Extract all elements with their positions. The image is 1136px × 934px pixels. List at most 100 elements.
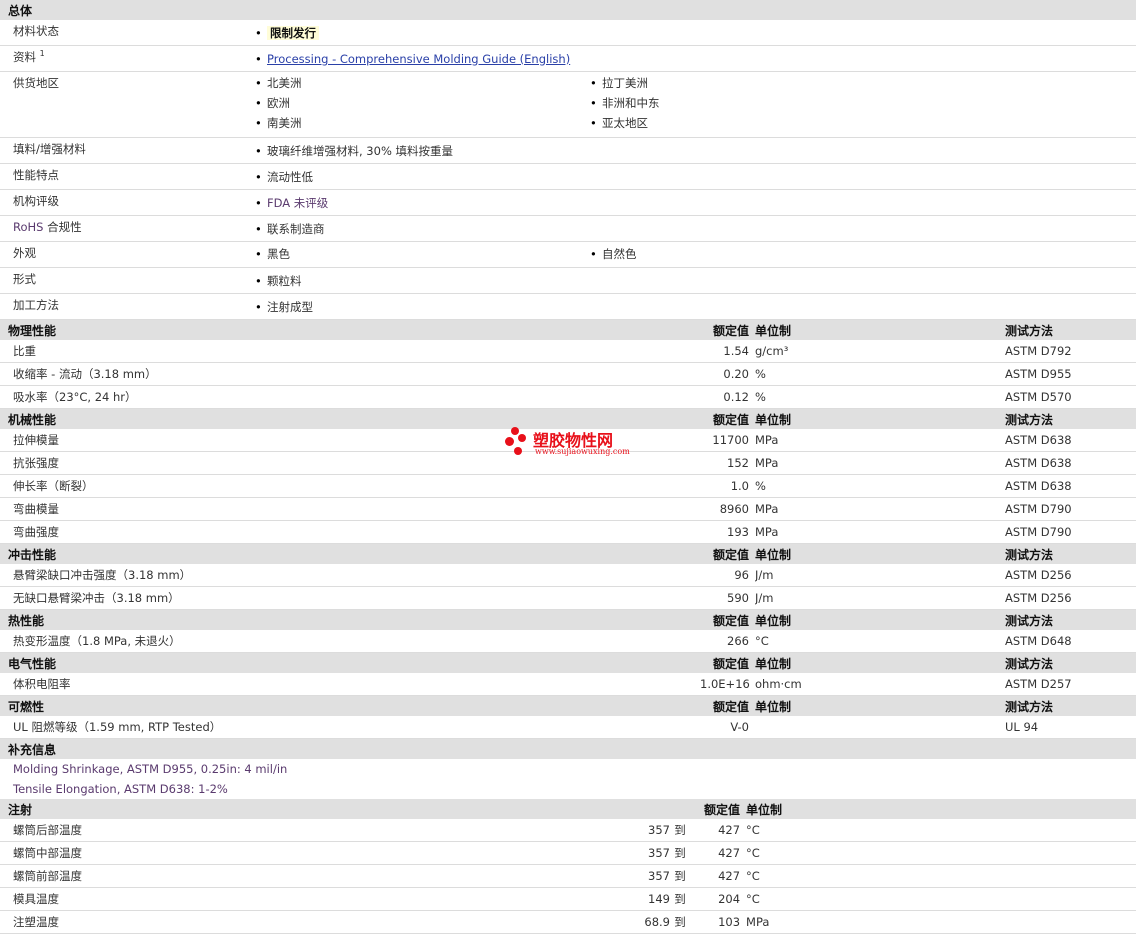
table-row: 螺筒中部温度 357 到 427 °C [0, 841, 1136, 865]
section-title: 机械性能 [0, 408, 700, 429]
section-header-flammability: 可燃性 额定值 单位制 测试方法 [0, 695, 1136, 716]
property-value: 8960 [700, 497, 755, 521]
property-unit: °C [755, 630, 1005, 653]
col-header-value: 额定值 [640, 799, 747, 819]
section-header-mechanical: 机械性能 额定值 单位制 测试方法 [0, 408, 1136, 429]
section-title: 补充信息 [0, 739, 1136, 759]
range-to-label: 到 [670, 887, 690, 911]
property-name: 吸水率（23°C, 24 hr） [0, 385, 700, 409]
test-method: ASTM D955 [1005, 362, 1136, 386]
section-title: 总体 [0, 0, 1136, 20]
row-label: 填料/增强材料 [0, 137, 255, 164]
property-unit: MPa [755, 497, 1005, 521]
row-label: 机构评级 [0, 189, 255, 216]
table-row: 收缩率 - 流动（3.18 mm） 0.20% ASTM D955 [0, 362, 1136, 386]
property-unit: MPa [755, 429, 1005, 452]
range-from: 68.9 [640, 910, 670, 934]
property-value: 266 [700, 630, 755, 653]
table-row: 无缺口悬臂梁冲击（3.18 mm） 590 J/m ASTM D256 [0, 586, 1136, 610]
property-unit: MPa [755, 520, 1005, 544]
list-item: • 欧洲 [255, 96, 290, 110]
range-until: 427 [690, 864, 747, 888]
section-header-supplemental: 补充信息 [0, 739, 1136, 759]
row-label: 资料 1 [0, 45, 255, 72]
range-from: 357 [640, 864, 670, 888]
row-label: 形式 [0, 267, 255, 294]
col-header-unit: 单位制 [755, 320, 1005, 340]
col-header-method: 测试方法 [1005, 543, 1136, 564]
property-unit: °C [746, 819, 1136, 842]
property-value: 1.0E+16 [700, 673, 755, 696]
test-method: ASTM D256 [1005, 586, 1136, 610]
table-row: 拉伸模量 11700 MPa ASTM D638 [0, 429, 1136, 452]
test-method: ASTM D570 [1005, 385, 1136, 409]
property-unit: °C [746, 864, 1136, 888]
bullet-icon: • [255, 51, 262, 66]
range-until: 427 [690, 819, 747, 842]
col-header-method: 测试方法 [1005, 408, 1136, 429]
test-method: ASTM D256 [1005, 564, 1136, 587]
test-method: UL 94 [1005, 716, 1136, 739]
table-row: 热变形温度（1.8 MPa, 未退火） 266 °C ASTM D648 [0, 630, 1136, 653]
list-item: Molding Shrinkage, ASTM D955, 0.25in: 4 … [13, 762, 288, 776]
property-name: UL 阻燃等级（1.59 mm, RTP Tested） [0, 716, 700, 739]
table-row: 螺筒前部温度 357 到 427 °C [0, 864, 1136, 888]
section-header-electrical: 电气性能 额定值 单位制 测试方法 [0, 652, 1136, 673]
col-header-method: 测试方法 [1005, 695, 1136, 716]
property-value: 152 [700, 451, 755, 475]
test-method: ASTM D790 [1005, 497, 1136, 521]
table-row: 吸水率（23°C, 24 hr） 0.12% ASTM D570 [0, 385, 1136, 409]
section-title: 电气性能 [0, 652, 700, 673]
table-row: 悬臂梁缺口冲击强度（3.18 mm） 96 J/m ASTM D256 [0, 564, 1136, 587]
row-label: 材料状态 [0, 20, 255, 46]
row-label: 加工方法 [0, 293, 255, 320]
property-unit: MPa [746, 910, 1136, 934]
general-section: 总体 材料状态 • 限制发行 资料 1 • Processing - Compreh… [0, 0, 1136, 320]
supplemental-section: 补充信息 Molding Shrinkage, ASTM D955, 0.25i… [0, 739, 1136, 799]
property-unit: J/m [755, 586, 1005, 610]
col-header-unit: 单位制 [746, 799, 1136, 819]
section-header-thermal: 热性能 额定值 单位制 测试方法 [0, 609, 1136, 630]
property-unit: J/m [755, 564, 1005, 587]
property-unit: % [755, 474, 1005, 498]
col-header-value: 额定值 [700, 408, 755, 429]
test-method: ASTM D638 [1005, 474, 1136, 498]
property-unit: g/cm³ [755, 340, 1005, 363]
bullet-icon: • [590, 116, 597, 130]
status-badge: 限制发行 [267, 25, 319, 40]
section-header-impact: 冲击性能 额定值 单位制 测试方法 [0, 543, 1136, 564]
bullet-icon: • [255, 299, 262, 314]
bullet-icon: • [255, 221, 262, 236]
bullet-icon: • [255, 116, 262, 130]
col-header-unit: 单位制 [755, 408, 1005, 429]
property-unit [755, 716, 1005, 739]
list-item: • 亚太地区 [590, 116, 648, 130]
property-name: 悬臂梁缺口冲击强度（3.18 mm） [0, 564, 700, 587]
property-name: 比重 [0, 340, 700, 363]
range-until: 204 [690, 887, 747, 911]
row-material-status: 材料状态 • 限制发行 [0, 20, 1136, 46]
property-value: 11700 [700, 429, 755, 452]
row-form: 形式 • 颗粒料 [0, 267, 1136, 294]
appearance-list: • 黑色 • 自然色 [255, 244, 1136, 266]
property-unit: °C [746, 887, 1136, 911]
property-unit: ohm·cm [755, 673, 1005, 696]
range-to-label: 到 [670, 819, 690, 842]
section-header-injection: 注射 额定值 单位制 [0, 799, 1136, 819]
range-to-label: 到 [670, 841, 690, 865]
property-value: 1.0 [700, 474, 755, 498]
bullet-icon: • [255, 273, 262, 288]
table-row: 体积电阻率 1.0E+16 ohm·cm ASTM D257 [0, 673, 1136, 696]
col-header-value: 额定值 [700, 543, 755, 564]
test-method: ASTM D790 [1005, 520, 1136, 544]
section-title: 冲击性能 [0, 543, 700, 564]
property-name: 弯曲强度 [0, 520, 700, 544]
col-header-method: 测试方法 [1005, 652, 1136, 673]
injection-section: 注射 额定值 单位制 螺筒后部温度 357 到 427 °C 螺筒中部温度 357 到 427 °C 螺筒… [0, 799, 1136, 934]
property-unit: MPa [755, 451, 1005, 475]
processing-guide-link[interactable]: Processing - Comprehensive Molding Guide… [267, 52, 570, 66]
row-agency: 机构评级 • FDA 未评级 [0, 189, 1136, 216]
list-item: • 拉丁美洲 [590, 76, 648, 90]
row-features: 性能特点 • 流动性低 [0, 163, 1136, 190]
property-unit: °C [746, 841, 1136, 865]
